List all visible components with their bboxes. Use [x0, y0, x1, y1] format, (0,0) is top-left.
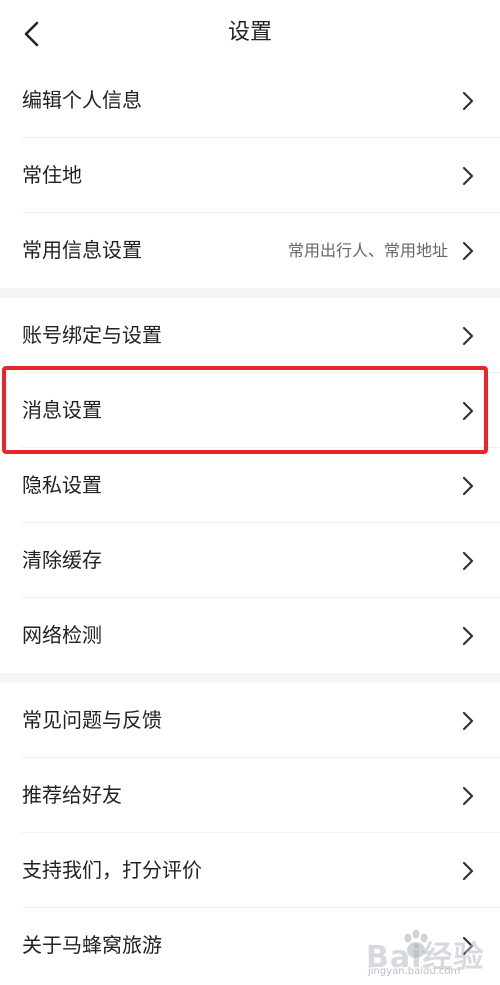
chevron-right-icon	[462, 476, 474, 496]
row-residence[interactable]: 常住地	[0, 138, 500, 213]
row-message-settings[interactable]: 消息设置	[0, 373, 500, 448]
row-label: 支持我们，打分评价	[22, 858, 202, 882]
row-label: 账号绑定与设置	[22, 323, 162, 347]
chevron-right-icon	[462, 936, 474, 956]
chevron-right-icon	[462, 326, 474, 346]
row-label: 编辑个人信息	[22, 88, 142, 112]
row-recommend-friends[interactable]: 推荐给好友	[0, 758, 500, 833]
chevron-right-icon	[462, 786, 474, 806]
group-separator	[0, 673, 500, 683]
row-label: 常住地	[22, 163, 82, 187]
row-label: 清除缓存	[22, 548, 102, 572]
chevron-right-icon	[462, 401, 474, 421]
chevron-right-icon	[462, 626, 474, 646]
chevron-right-icon	[462, 551, 474, 571]
row-label: 关于马蜂窝旅游	[22, 933, 162, 957]
row-label: 网络检测	[22, 623, 102, 647]
row-label: 常见问题与反馈	[22, 708, 162, 732]
row-label: 隐私设置	[22, 473, 102, 497]
row-common-info-settings[interactable]: 常用信息设置 常用出行人、常用地址	[0, 213, 500, 288]
row-privacy-settings[interactable]: 隐私设置	[0, 448, 500, 523]
row-clear-cache[interactable]: 清除缓存	[0, 523, 500, 598]
row-label: 消息设置	[22, 398, 102, 422]
settings-page: 设置 编辑个人信息 常住地 常用信息设置 常用出行人、常用地址 账号绑定与设置 …	[0, 0, 500, 985]
chevron-right-icon	[462, 166, 474, 186]
chevron-right-icon	[462, 861, 474, 881]
row-label: 推荐给好友	[22, 783, 122, 807]
row-value: 常用出行人、常用地址	[287, 241, 448, 260]
row-account-binding[interactable]: 账号绑定与设置	[0, 298, 500, 373]
nav-bar: 设置	[0, 0, 500, 64]
chevron-right-icon	[462, 711, 474, 731]
back-button[interactable]	[10, 12, 54, 56]
row-label: 常用信息设置	[22, 238, 142, 262]
row-network-check[interactable]: 网络检测	[0, 598, 500, 673]
back-arrow-icon	[24, 21, 39, 47]
row-about[interactable]: 关于马蜂窝旅游	[0, 908, 500, 983]
row-rate-app[interactable]: 支持我们，打分评价	[0, 833, 500, 908]
row-faq-feedback[interactable]: 常见问题与反馈	[0, 683, 500, 758]
chevron-right-icon	[462, 91, 474, 111]
row-edit-profile[interactable]: 编辑个人信息	[0, 63, 500, 138]
group-separator	[0, 288, 500, 298]
chevron-right-icon	[462, 241, 474, 261]
page-title: 设置	[227, 20, 272, 45]
